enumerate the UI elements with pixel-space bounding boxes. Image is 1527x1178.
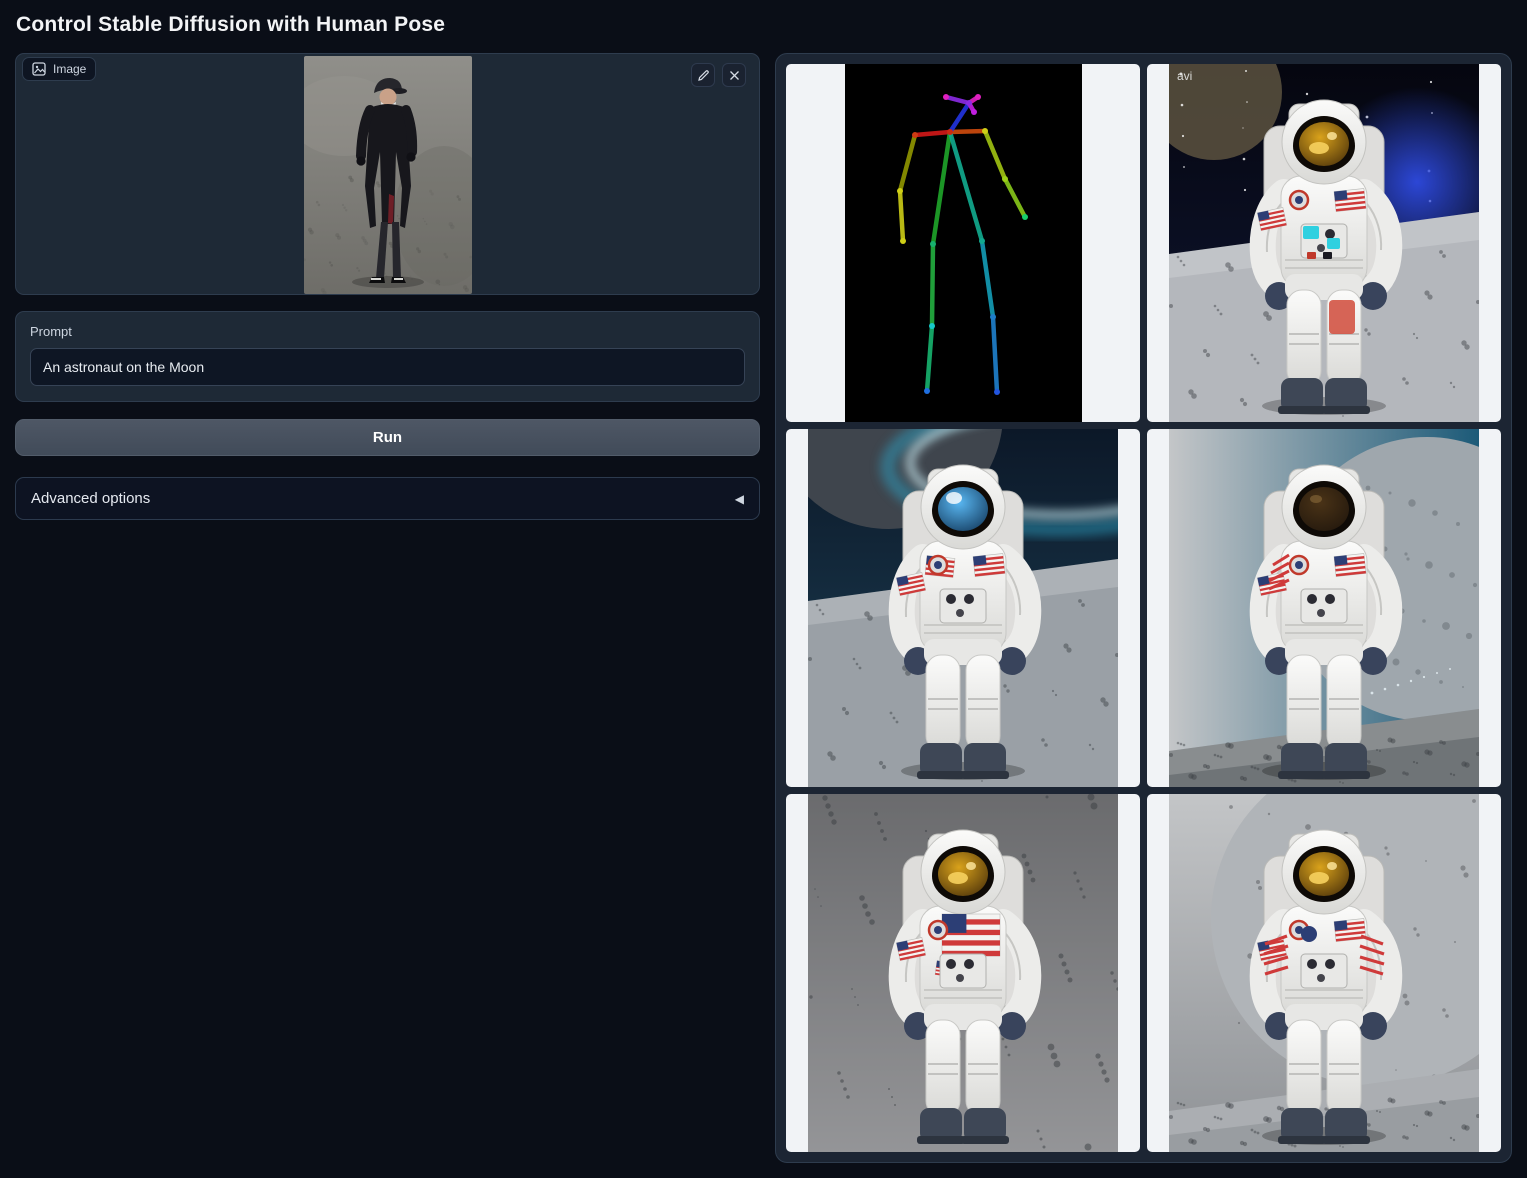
- gallery-item-astronaut-5[interactable]: [1147, 794, 1501, 1152]
- output-gallery: avi: [775, 53, 1512, 1163]
- gallery-item-astronaut-2[interactable]: [786, 429, 1140, 787]
- input-pose-image[interactable]: [304, 56, 472, 294]
- prompt-panel: Prompt: [15, 311, 760, 402]
- chevron-left-icon: ◀: [735, 492, 744, 506]
- image-icon: [32, 62, 46, 76]
- gallery-item-astronaut-3[interactable]: [1147, 429, 1501, 787]
- advanced-options-accordion[interactable]: Advanced options ◀: [15, 477, 760, 520]
- svg-text:avi: avi: [1177, 69, 1192, 83]
- gallery-item-astronaut-1[interactable]: avi: [1147, 64, 1501, 422]
- main-layout: Image: [0, 53, 1527, 1163]
- pencil-icon: [697, 69, 710, 82]
- clear-image-button[interactable]: [722, 63, 746, 87]
- edit-image-button[interactable]: [691, 63, 715, 87]
- run-button[interactable]: Run: [15, 419, 760, 456]
- image-actions: [691, 63, 746, 87]
- image-label: Image: [53, 62, 86, 76]
- gallery-item-astronaut-4[interactable]: [786, 794, 1140, 1152]
- gallery-item-pose-skeleton[interactable]: [786, 64, 1140, 422]
- prompt-label: Prompt: [30, 324, 745, 339]
- controls-column: Image: [15, 53, 760, 520]
- image-upload-panel[interactable]: Image: [15, 53, 760, 295]
- prompt-input[interactable]: [30, 348, 745, 386]
- image-label-badge: Image: [22, 57, 96, 81]
- close-icon: [729, 70, 740, 81]
- page-title: Control Stable Diffusion with Human Pose: [0, 0, 1527, 53]
- advanced-options-label: Advanced options: [31, 490, 150, 507]
